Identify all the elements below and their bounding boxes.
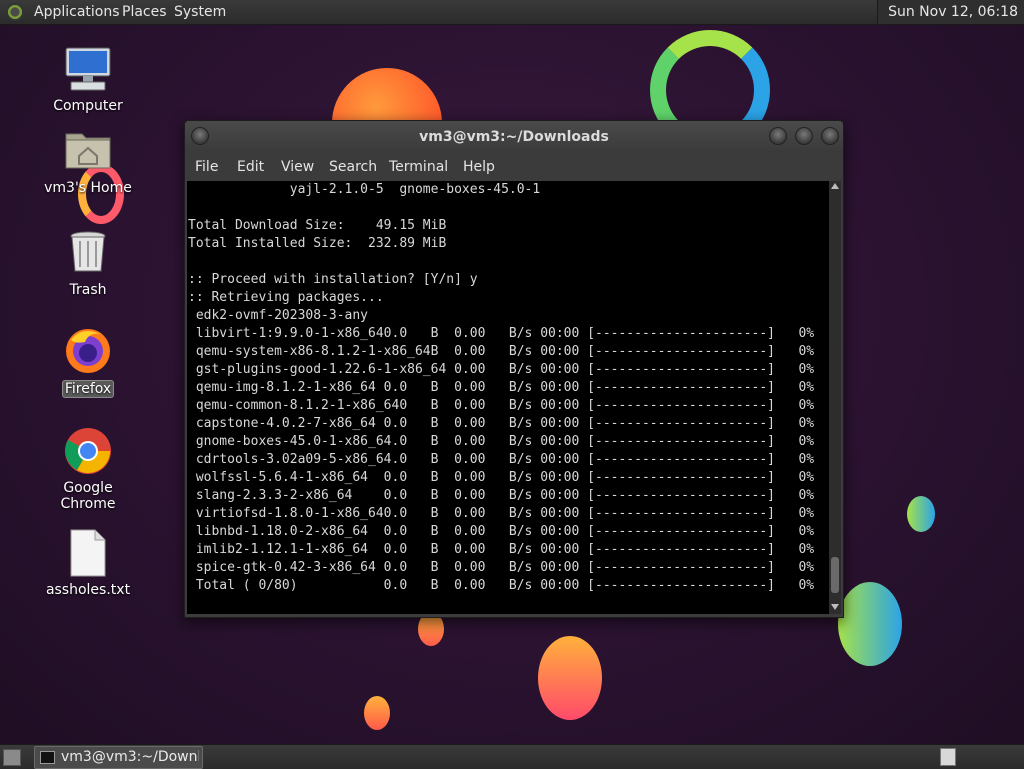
distro-logo-icon[interactable] [6,3,24,21]
menu-terminal[interactable]: Terminal [389,153,448,181]
terminal-menubar: File Edit View Search Terminal Help [185,153,843,181]
desktop-icon-chrome[interactable]: Google Chrome [38,426,138,512]
desktop-icon-label: Computer [53,98,123,114]
show-desktop-icon[interactable] [3,749,21,766]
menu-view[interactable]: View [281,153,314,181]
desktop-icon-label: Google Chrome [60,480,116,512]
menu-edit[interactable]: Edit [237,153,264,181]
terminal-text: yajl-2.1.0-5 gnome-boxes-45.0-1 Total Do… [188,182,815,593]
clock[interactable]: Sun Nov 12, 06:18 [877,0,1024,24]
places-menu[interactable]: Places [122,0,167,24]
desktop-icon-computer[interactable]: Computer [38,44,138,114]
desktop-icon-trash[interactable]: Trash [38,228,138,298]
minimize-icon[interactable] [769,127,787,145]
menu-search[interactable]: Search [329,153,377,181]
chrome-icon [63,426,113,476]
desktop-icon-label: Trash [69,282,107,298]
desktop-icon-text-file[interactable]: assholes.txt [38,528,138,598]
applications-menu[interactable]: Applications [34,0,120,24]
menu-help[interactable]: Help [463,153,495,181]
system-menu[interactable]: System [174,0,226,24]
bottom-panel: vm3@vm3:~/Downl... [0,744,1024,769]
wallpaper-green-blob [838,582,902,666]
wallpaper-orange-large [538,636,602,720]
taskbar-window-button[interactable]: vm3@vm3:~/Downl... [34,746,203,769]
window-titlebar[interactable]: vm3@vm3:~/Downloads [185,121,843,153]
scroll-down-arrow-icon[interactable] [831,604,839,610]
workspace-switcher[interactable] [940,748,956,766]
text-file-icon [63,528,113,578]
taskbar-window-label: vm3@vm3:~/Downl... [61,749,199,765]
wallpaper-orange-tiny [364,696,390,730]
terminal-scrollbar[interactable] [829,181,841,614]
menu-file[interactable]: File [195,153,218,181]
desktop-icon-label: Firefox [61,380,115,398]
desktop-icon-label: vm3's Home [44,180,132,196]
close-icon[interactable] [821,127,839,145]
terminal-output[interactable]: yajl-2.1.0-5 gnome-boxes-45.0-1 Total Do… [187,181,829,614]
terminal-window[interactable]: vm3@vm3:~/Downloads File Edit View Searc… [184,120,844,618]
trash-icon [63,228,113,278]
maximize-icon[interactable] [795,127,813,145]
desktop-icon-home[interactable]: vm3's Home [38,126,138,196]
firefox-icon [63,326,113,376]
wallpaper-blue-dot [907,496,935,532]
window-title: vm3@vm3:~/Downloads [419,129,609,145]
terminal-icon [40,751,55,764]
desktop-icon-firefox[interactable]: Firefox [38,326,138,398]
home-folder-icon [63,126,113,176]
scroll-up-arrow-icon[interactable] [831,183,839,189]
desktop-icon-label: assholes.txt [45,582,131,598]
computer-icon [63,44,113,94]
top-panel: Applications Places System Sun Nov 12, 0… [0,0,1024,25]
scrollbar-thumb[interactable] [831,557,839,593]
